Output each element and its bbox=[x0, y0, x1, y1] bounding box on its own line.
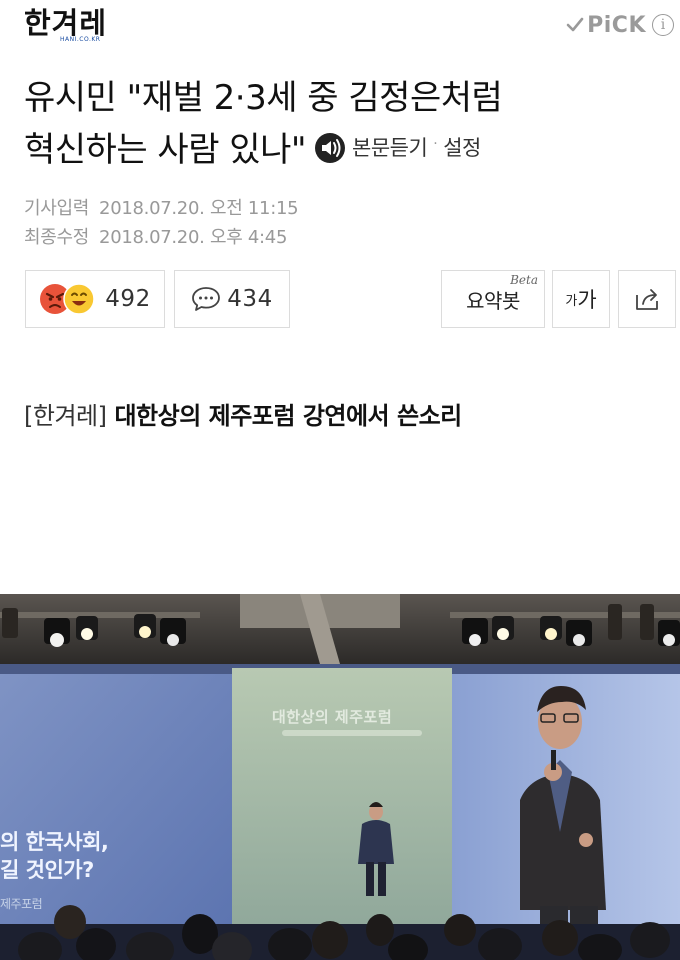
font-size-small-glyph: 가 bbox=[565, 293, 578, 309]
hankyoreh-logo[interactable]: 한겨레 HANI.CO.KR bbox=[24, 8, 134, 48]
published-row: 기사입력 2018.07.20. 오전 11:15 bbox=[24, 194, 299, 223]
comment-count: 434 bbox=[227, 286, 273, 312]
article-meta: 기사입력 2018.07.20. 오전 11:15 최종수정 2018.07.20.… bbox=[24, 194, 299, 252]
lede-source: [한겨레] bbox=[24, 402, 107, 430]
left-screen-sub: 제주포럼 bbox=[0, 897, 43, 911]
pick-label: PiCK bbox=[587, 12, 646, 38]
laugh-face-icon bbox=[63, 283, 96, 315]
top-header: 한겨레 HANI.CO.KR PiCK i bbox=[0, 0, 680, 56]
reaction-button[interactable]: 492 bbox=[25, 270, 165, 328]
published-value: 2018.07.20. 오전 11:15 bbox=[99, 198, 299, 219]
listen-control[interactable]: 본문듣기 · 설정 bbox=[314, 122, 481, 174]
font-size-button[interactable]: 가가 bbox=[552, 270, 610, 328]
comment-button[interactable]: 434 bbox=[174, 270, 290, 328]
logo-wordmark: 한겨레 bbox=[24, 6, 108, 40]
published-label: 기사입력 bbox=[24, 198, 90, 219]
pick-badge[interactable]: PiCK i bbox=[565, 11, 674, 39]
reaction-count: 492 bbox=[105, 286, 151, 312]
article-lede: [한겨레] 대한상의 제주포럼 강연에서 쓴소리 bbox=[24, 396, 462, 431]
ceiling-rail-left bbox=[0, 612, 200, 618]
reaction-faces bbox=[39, 283, 99, 315]
speech-bubble-icon bbox=[192, 287, 221, 311]
modified-label: 최종수정 bbox=[24, 227, 90, 248]
logo-domain: HANI.CO.KR bbox=[60, 36, 101, 43]
speaker-audio-icon bbox=[315, 132, 345, 163]
title-line-2-wrap: 혁신하는 사람 있나" 본문듣기 · 설정 bbox=[24, 124, 664, 178]
font-size-big-glyph: 가 bbox=[577, 288, 597, 312]
left-screen-text: 의 한국사회, 길 것인가? 제주포럼 bbox=[0, 828, 109, 918]
title-line-2: 혁신하는 사람 있나" bbox=[24, 130, 307, 170]
lede-text: 대한상의 제주포럼 강연에서 쓴소리 bbox=[114, 402, 462, 430]
article-title: 유시민 "재벌 2·3세 중 김정은처럼 혁신하는 사람 있나" 본문듣기 · 설정 bbox=[24, 72, 664, 178]
article-photo[interactable]: 대한상의 제주포럼 의 한국사회, 길 것인가? 제주포럼 bbox=[0, 594, 680, 960]
settings-label[interactable]: 설정 bbox=[443, 122, 481, 174]
modified-value: 2018.07.20. 오후 4:45 bbox=[99, 227, 288, 248]
listen-separator: · bbox=[433, 135, 438, 152]
title-line-1: 유시민 "재벌 2·3세 중 김정은처럼 bbox=[24, 78, 503, 118]
summary-bot-label: 요약봇 bbox=[466, 288, 520, 313]
summary-bot-button[interactable]: 요약봇 Beta bbox=[441, 270, 545, 328]
listen-label[interactable]: 본문듣기 bbox=[352, 122, 428, 174]
beta-badge: Beta bbox=[510, 273, 538, 287]
check-icon bbox=[566, 17, 584, 32]
share-icon bbox=[636, 289, 658, 310]
info-icon[interactable]: i bbox=[652, 14, 674, 36]
article-toolbar: 492 434 요약봇 Beta 가가 bbox=[0, 270, 680, 328]
modified-row: 최종수정 2018.07.20. 오후 4:45 bbox=[24, 223, 298, 252]
center-screen-title: 대한상의 제주포럼 bbox=[272, 708, 393, 726]
center-screen-subtitle bbox=[282, 730, 422, 736]
left-screen-line-1: 의 한국사회, bbox=[0, 830, 109, 854]
left-screen-line-2: 길 것인가? bbox=[0, 858, 94, 882]
share-button[interactable] bbox=[618, 270, 676, 328]
